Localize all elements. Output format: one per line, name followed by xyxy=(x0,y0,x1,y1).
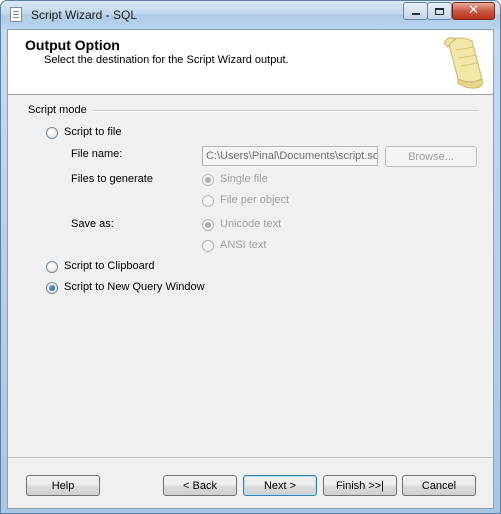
close-button[interactable]: ✕ xyxy=(452,2,495,20)
radio-selected-dot xyxy=(49,285,55,291)
maximize-icon xyxy=(435,7,444,15)
minimize-button[interactable] xyxy=(403,2,428,20)
single-file-radio[interactable] xyxy=(202,174,214,186)
file-per-object-label[interactable]: File per object xyxy=(220,194,289,206)
files-to-generate-label: Files to generate xyxy=(71,173,153,185)
save-as-label: Save as: xyxy=(71,218,114,230)
maximize-button[interactable] xyxy=(427,2,452,20)
back-button[interactable]: < Back xyxy=(163,475,237,496)
scroll-icon xyxy=(443,37,483,89)
ansi-text-label[interactable]: ANSI text xyxy=(220,239,266,251)
group-divider xyxy=(92,110,478,111)
radio-selected-dot xyxy=(205,222,211,228)
wizard-body: Output Option Select the destination for… xyxy=(7,29,494,509)
script-wizard-window: Script Wizard - SQL ✕ Output Option Sele… xyxy=(0,0,501,514)
script-to-file-radio[interactable] xyxy=(46,127,58,139)
help-button[interactable]: Help xyxy=(26,475,100,496)
script-to-query-window-radio[interactable] xyxy=(46,282,58,294)
page-subtitle: Select the destination for the Script Wi… xyxy=(44,54,289,66)
document-icon xyxy=(10,7,22,22)
ansi-text-radio[interactable] xyxy=(202,240,214,252)
script-mode-group-label: Script mode xyxy=(28,104,87,116)
file-per-object-radio[interactable] xyxy=(202,195,214,207)
next-button[interactable]: Next > xyxy=(243,475,317,496)
script-to-clipboard-label[interactable]: Script to Clipboard xyxy=(64,260,155,272)
file-name-input[interactable]: C:\Users\Pinal\Documents\script.sql xyxy=(202,146,378,166)
finish-button[interactable]: Finish >>| xyxy=(323,475,397,496)
close-icon: ✕ xyxy=(468,3,479,18)
script-to-file-label[interactable]: Script to file xyxy=(64,126,121,138)
file-name-label: File name: xyxy=(71,148,123,160)
page-title: Output Option xyxy=(25,37,120,53)
unicode-text-radio[interactable] xyxy=(202,219,214,231)
radio-selected-dot xyxy=(205,177,211,183)
minimize-icon xyxy=(411,13,420,15)
footer-divider xyxy=(8,457,493,458)
window-title: Script Wizard - SQL xyxy=(31,8,138,22)
script-to-clipboard-radio[interactable] xyxy=(46,261,58,273)
cancel-button[interactable]: Cancel xyxy=(402,475,476,496)
wizard-header: Output Option Select the destination for… xyxy=(8,30,493,95)
browse-button[interactable]: Browse... xyxy=(385,146,477,167)
title-bar[interactable]: Script Wizard - SQL ✕ xyxy=(1,1,500,29)
single-file-label[interactable]: Single file xyxy=(220,173,268,185)
script-to-query-window-label[interactable]: Script to New Query Window xyxy=(64,281,205,293)
unicode-text-label[interactable]: Unicode text xyxy=(220,218,281,230)
